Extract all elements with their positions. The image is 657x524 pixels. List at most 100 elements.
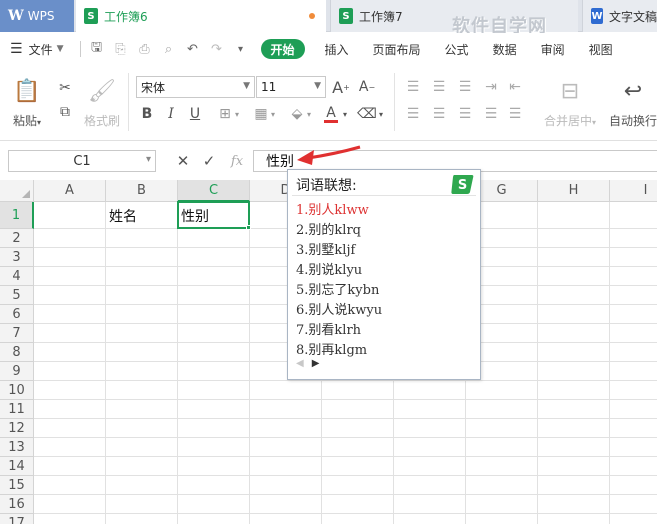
align-bottom-icon[interactable]: ☰ — [454, 76, 476, 98]
distributed-icon[interactable]: ☰ — [504, 103, 526, 125]
justify-icon[interactable]: ☰ — [480, 103, 502, 125]
row-header-5[interactable]: 5 — [0, 286, 34, 305]
ime-candidate-8[interactable]: 8.别再klgm — [296, 338, 382, 358]
row-header-11[interactable]: 11 — [0, 400, 34, 419]
grid-row-line — [34, 456, 657, 457]
insert-function-icon[interactable]: fx — [226, 150, 248, 172]
column-header-c[interactable]: C — [178, 180, 250, 202]
ime-prev-page-icon[interactable]: ◀ — [296, 358, 304, 369]
undo-icon[interactable]: ↶ — [181, 33, 205, 65]
row-header-14[interactable]: 14 — [0, 457, 34, 476]
clear-dropdown-icon[interactable]: ▾ — [376, 103, 386, 125]
merge-center-button[interactable]: ⊟ 合并居中▾ — [538, 73, 602, 135]
font-color-dropdown-icon[interactable]: ▾ — [340, 103, 350, 125]
align-center-icon[interactable]: ☰ — [428, 103, 450, 125]
row-header-7[interactable]: 7 — [0, 324, 34, 343]
wps-spreadsheet-window: W WPS S 工作簿6 S 工作簿7 W 文字文稿 软件自学网 ☰ 文件 ▼ … — [0, 0, 657, 524]
ime-candidate-6[interactable]: 6.别人说kwyu — [296, 298, 382, 318]
cell-b1[interactable]: 姓名 — [106, 202, 178, 229]
italic-button[interactable]: I — [160, 103, 182, 125]
copy-button[interactable]: ⧉ — [54, 101, 76, 123]
paste-label: 粘贴 — [12, 113, 37, 128]
font-size-select[interactable]: 11 ▼ — [256, 76, 326, 98]
menu-page-layout[interactable]: 页面布局 — [361, 33, 433, 65]
decrease-font-button[interactable]: A − — [356, 76, 378, 98]
increase-font-button[interactable]: A + — [330, 76, 352, 98]
font-color-button[interactable]: A — [320, 103, 342, 125]
row-header-2[interactable]: 2 — [0, 229, 34, 248]
ime-candidate-5[interactable]: 5.别忘了kybn — [296, 278, 382, 298]
fill-handle[interactable] — [246, 225, 251, 230]
row-header-4[interactable]: 4 — [0, 267, 34, 286]
name-box[interactable]: C1 ▾ — [8, 150, 156, 172]
row-header-13[interactable]: 13 — [0, 438, 34, 457]
row-header-1[interactable]: 1 — [0, 202, 34, 229]
ime-candidate-3[interactable]: 3.别墅kljf — [296, 238, 382, 258]
save-icon[interactable]: 🖫 — [85, 33, 109, 65]
row-header-9[interactable]: 9 — [0, 362, 34, 381]
indent-icon[interactable]: ⇥ — [480, 76, 502, 98]
row-header-16[interactable]: 16 — [0, 495, 34, 514]
ime-candidate-7[interactable]: 7.别看klrh — [296, 318, 382, 338]
merge-center-label: 合并居中 — [543, 113, 592, 128]
bold-button[interactable]: B — [136, 103, 158, 125]
confirm-entry-icon[interactable]: ✓ — [198, 150, 220, 172]
tab-workbook6[interactable]: S 工作簿6 — [76, 0, 326, 32]
menu-insert[interactable]: 插入 — [313, 33, 361, 65]
spreadsheet-doc-icon: S — [84, 8, 98, 24]
tab-wps-home[interactable]: W WPS — [0, 0, 74, 32]
row-header-8[interactable]: 8 — [0, 343, 34, 362]
outdent-icon[interactable]: ⇤ — [504, 76, 526, 98]
row-header-10[interactable]: 10 — [0, 381, 34, 400]
chevron-down-icon: ▼ — [314, 81, 321, 91]
cancel-entry-icon[interactable]: ✕ — [172, 150, 194, 172]
paste-button[interactable]: 📋 粘贴▾ — [6, 73, 48, 135]
row-header-12[interactable]: 12 — [0, 419, 34, 438]
row-header-3[interactable]: 3 — [0, 248, 34, 267]
column-header-a[interactable]: A — [34, 180, 106, 202]
ime-candidate-1[interactable]: 1.别人klww — [296, 198, 382, 218]
row-header-6[interactable]: 6 — [0, 305, 34, 324]
wrap-text-icon: ↩ — [623, 78, 643, 104]
menu-data[interactable]: 数据 — [481, 33, 529, 65]
format-painter-button[interactable]: 🖌 格式刷 — [80, 73, 124, 135]
font-name-select[interactable]: 宋体 ▼ — [136, 76, 255, 98]
tab-workbook6-label: 工作簿6 — [104, 9, 148, 24]
align-left-icon[interactable]: ☰ — [402, 103, 424, 125]
ime-divider — [292, 195, 476, 196]
quick-access-dropdown-icon[interactable]: ▾ — [229, 33, 253, 65]
align-right-icon[interactable]: ☰ — [454, 103, 476, 125]
ime-next-page-icon[interactable]: ▶ — [312, 358, 320, 369]
chevron-down-icon: ▾ — [145, 154, 151, 165]
menu-start[interactable]: 开始 — [260, 39, 305, 59]
align-middle-icon[interactable]: ☰ — [428, 76, 450, 98]
menu-view[interactable]: 视图 — [577, 33, 625, 65]
tab-text-document[interactable]: W 文字文稿 — [582, 0, 657, 32]
ime-candidate-2[interactable]: 2.别的klrq — [296, 218, 382, 238]
print-preview-icon[interactable]: ⌕ — [157, 33, 181, 65]
row-header-17[interactable]: 17 — [0, 514, 34, 524]
ime-title: 词语联想: — [296, 178, 357, 194]
align-top-icon[interactable]: ☰ — [402, 76, 424, 98]
menu-formula[interactable]: 公式 — [433, 33, 481, 65]
print-icon[interactable]: ⎙ — [133, 33, 157, 65]
auto-wrap-button[interactable]: ↩ 自动换行 — [608, 73, 657, 135]
border-dropdown-icon[interactable]: ▾ — [232, 103, 242, 125]
cut-button[interactable]: ✂ — [54, 77, 76, 99]
fill-color-dropdown-icon[interactable]: ▾ — [304, 103, 314, 125]
menu-file[interactable]: ☰ 文件 ▼ — [0, 33, 76, 65]
export-pdf-icon[interactable]: ⎘ — [109, 33, 133, 65]
select-all-corner[interactable] — [0, 180, 34, 202]
underline-button[interactable]: U — [184, 103, 206, 125]
cell-style-dropdown-icon[interactable]: ▾ — [268, 103, 278, 125]
column-header-h[interactable]: H — [538, 180, 610, 202]
row-header-15[interactable]: 15 — [0, 476, 34, 495]
menu-file-label: 文件 — [28, 42, 53, 57]
column-header-b[interactable]: B — [106, 180, 178, 202]
clear-eraser-icon[interactable]: ⌫ — [356, 103, 378, 125]
menu-review[interactable]: 审阅 — [529, 33, 577, 65]
tab-wps-label: WPS — [27, 9, 55, 23]
column-header-i[interactable]: I — [610, 180, 657, 202]
ime-candidate-4[interactable]: 4.别说klyu — [296, 258, 382, 278]
redo-icon[interactable]: ↷ — [205, 33, 229, 65]
